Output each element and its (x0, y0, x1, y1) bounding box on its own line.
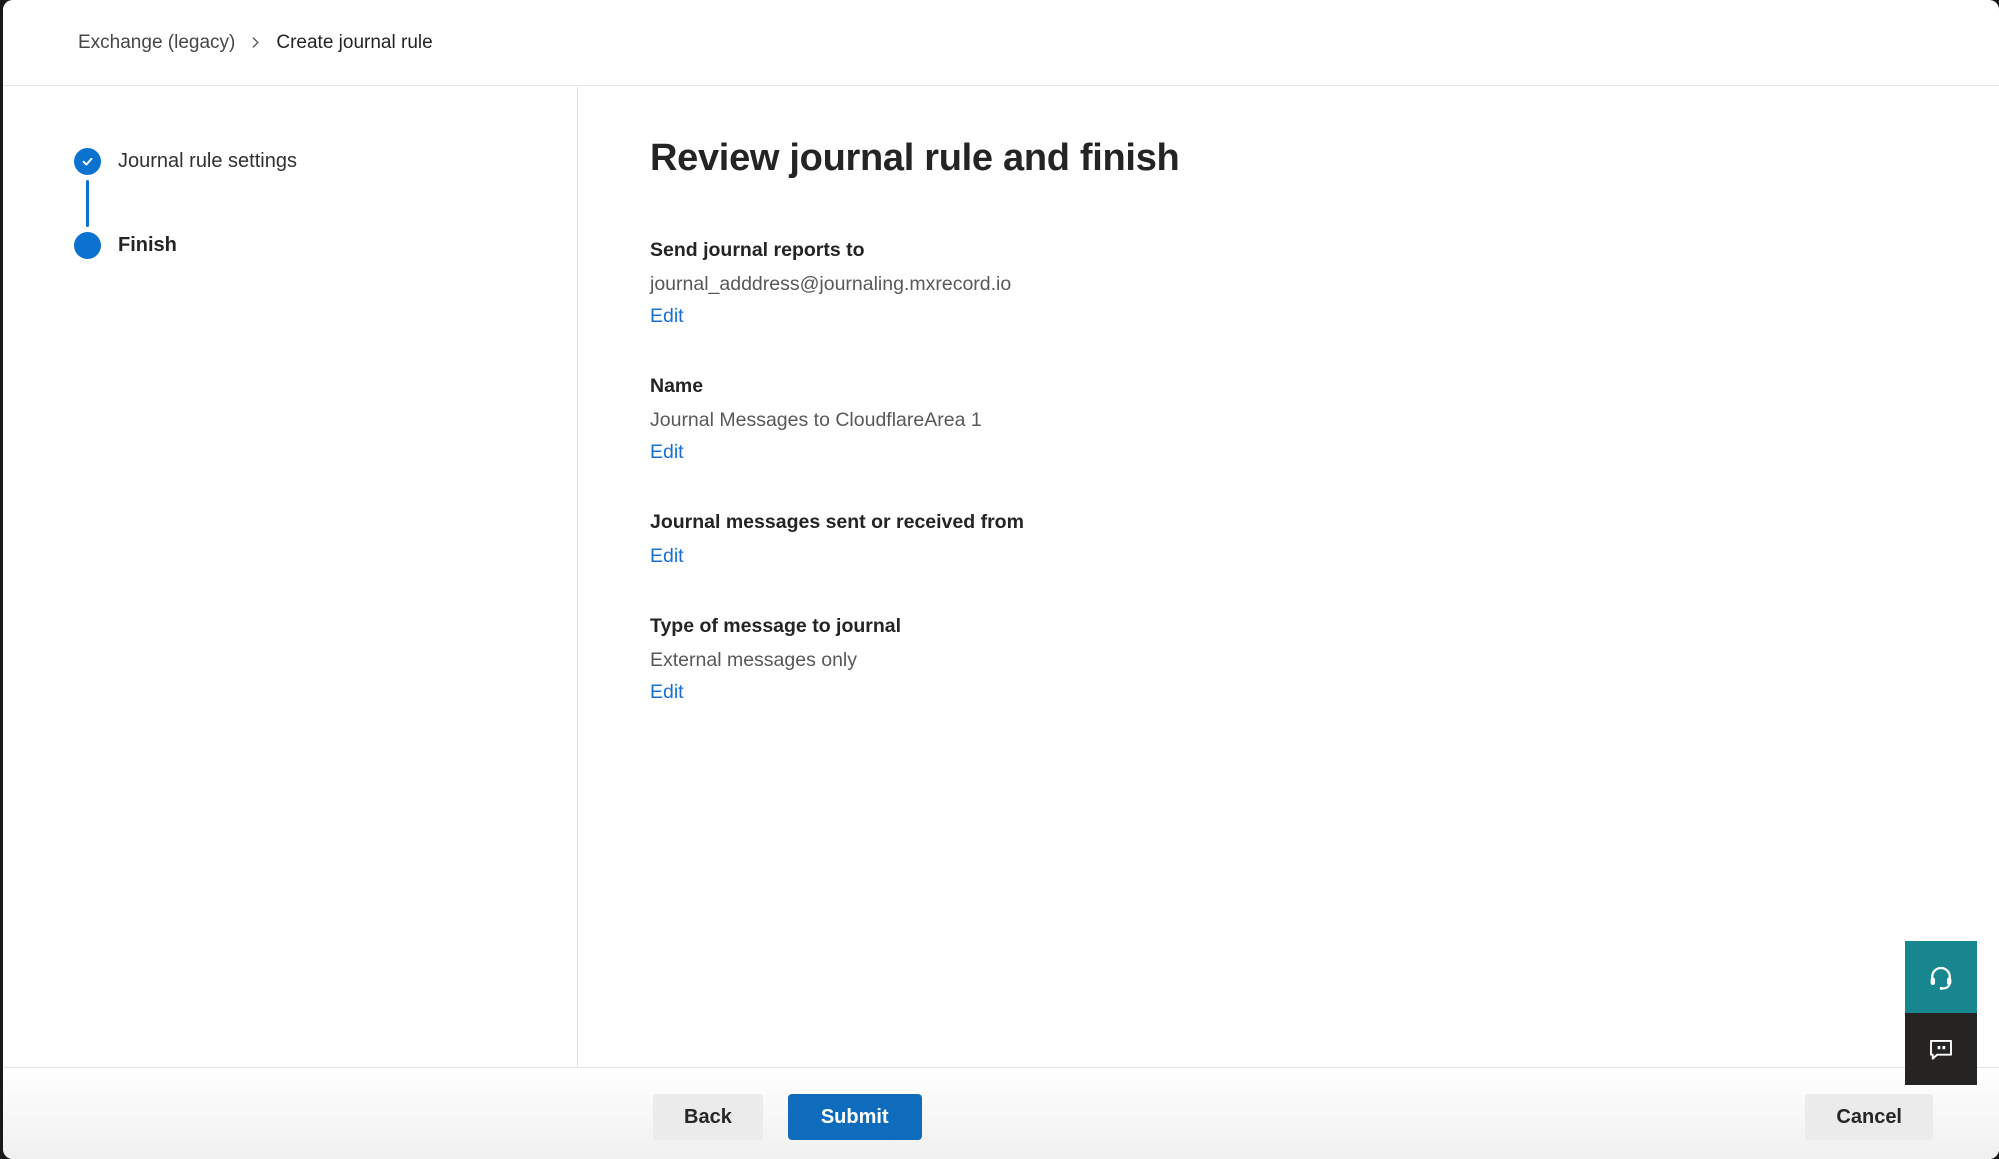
content-area: Journal rule settings Finish Review jour… (3, 87, 1999, 1067)
breadcrumb-exchange-legacy[interactable]: Exchange (legacy) (78, 32, 235, 54)
section-value: journal_adddress@journaling.mxrecord.io (650, 271, 1939, 297)
submit-button[interactable]: Submit (788, 1094, 922, 1140)
cancel-button[interactable]: Cancel (1805, 1094, 1933, 1140)
app-window: Exchange (legacy) Create journal rule Jo… (3, 0, 1999, 1159)
back-button[interactable]: Back (653, 1094, 763, 1140)
wizard-step-finish[interactable]: Finish (74, 232, 577, 259)
edit-message-type-link[interactable]: Edit (650, 679, 684, 705)
wizard-steps-panel: Journal rule settings Finish (3, 87, 578, 1067)
side-widgets (1905, 941, 1977, 1085)
wizard-step-label: Journal rule settings (118, 150, 297, 173)
chevron-right-icon (249, 36, 262, 49)
feedback-button[interactable] (1905, 1013, 1977, 1085)
section-label: Send journal reports to (650, 237, 1939, 263)
footer-right-buttons: Cancel (1805, 1094, 1933, 1140)
section-label: Type of message to journal (650, 613, 1939, 639)
footer-action-bar: Back Submit Cancel (3, 1067, 1999, 1159)
step-completed-check-icon (74, 148, 101, 175)
section-label: Name (650, 373, 1939, 399)
breadcrumb-create-journal-rule: Create journal rule (276, 32, 432, 54)
wizard-step-label: Finish (118, 234, 177, 257)
review-section-journal-messages-scope: Journal messages sent or received from E… (650, 509, 1939, 569)
review-section-send-journal-reports-to: Send journal reports to journal_adddress… (650, 237, 1939, 329)
step-connector-line (86, 180, 89, 227)
help-button[interactable] (1905, 941, 1977, 1013)
page-title: Review journal rule and finish (650, 133, 1939, 183)
step-current-dot-icon (74, 232, 101, 259)
review-panel: Review journal rule and finish Send jour… (578, 87, 1999, 1067)
review-section-name: Name Journal Messages to CloudflareArea … (650, 373, 1939, 465)
edit-name-link[interactable]: Edit (650, 439, 684, 465)
headset-icon (1926, 962, 1956, 992)
edit-journal-messages-scope-link[interactable]: Edit (650, 543, 684, 569)
section-label: Journal messages sent or received from (650, 509, 1939, 535)
section-value: External messages only (650, 647, 1939, 673)
footer-left-buttons: Back Submit (653, 1094, 922, 1140)
edit-send-journal-reports-link[interactable]: Edit (650, 303, 684, 329)
chat-icon (1926, 1034, 1956, 1064)
section-value: Journal Messages to CloudflareArea 1 (650, 407, 1939, 433)
wizard-step-journal-rule-settings[interactable]: Journal rule settings (74, 148, 577, 175)
breadcrumb: Exchange (legacy) Create journal rule (3, 0, 1999, 86)
review-section-message-type: Type of message to journal External mess… (650, 613, 1939, 705)
